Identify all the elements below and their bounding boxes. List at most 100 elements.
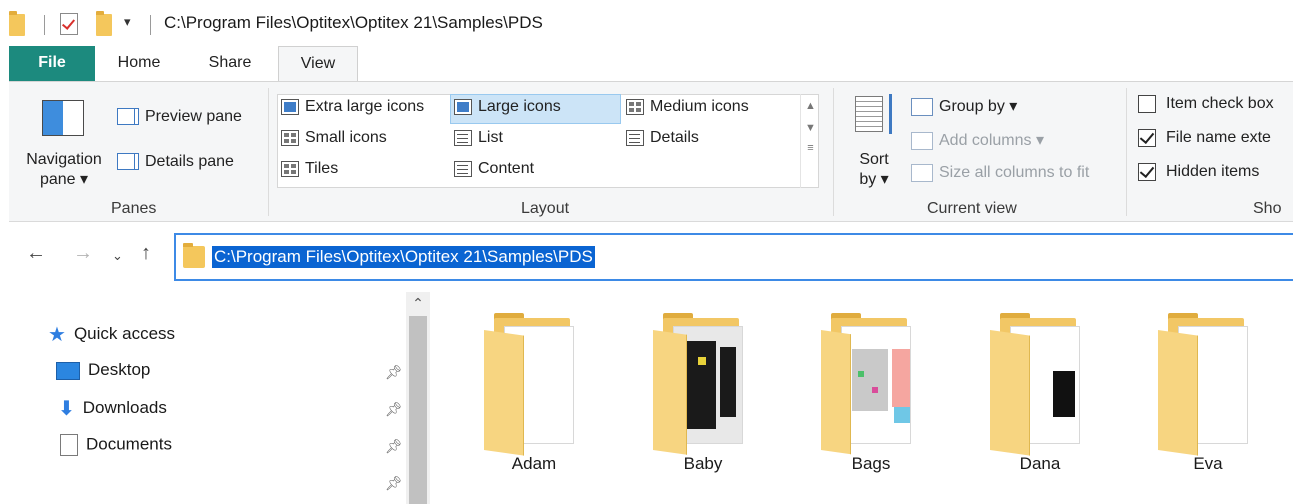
list-icon [454, 129, 472, 146]
ribbon-view: Navigation pane ▾ Preview pane Details p… [9, 81, 1293, 222]
nav-pane-scrollbar[interactable]: ⌃ [406, 292, 430, 504]
folder-icon[interactable] [9, 11, 25, 36]
address-bar[interactable]: C:\Program Files\Optitex\Optitex 21\Samp… [174, 233, 1293, 281]
up-arrow-icon[interactable]: ↑ [141, 242, 151, 265]
gallery-down-icon[interactable]: ▼ [801, 122, 820, 134]
thumbnail-pattern [858, 371, 864, 377]
size-columns-icon [911, 164, 933, 182]
folder-item-adam[interactable]: Adam [484, 313, 584, 488]
tab-share[interactable]: Share [190, 46, 270, 81]
layout-content[interactable]: Content [454, 160, 534, 178]
checkbox-label: Item check box [1166, 95, 1274, 113]
forward-arrow-icon[interactable]: → [73, 242, 93, 265]
group-label-show-hide: Sho [1253, 200, 1282, 217]
hidden-items-toggle[interactable]: Hidden items [1138, 163, 1259, 181]
folder-item-baby[interactable]: Baby [653, 313, 753, 488]
layout-label: Medium icons [650, 98, 749, 115]
medium-icons-icon [626, 98, 644, 115]
folder-item-bags[interactable]: Bags [821, 313, 921, 488]
group-by-button[interactable]: Group by ▾ [911, 96, 1017, 116]
folder-front [990, 330, 1030, 456]
properties-icon[interactable] [60, 13, 78, 35]
details-pane-button[interactable]: Details pane [117, 153, 234, 171]
tab-file[interactable]: File [9, 46, 95, 81]
documents-icon [60, 434, 78, 456]
group-label-current-view: Current view [927, 200, 1017, 217]
layout-label: Content [478, 160, 535, 177]
preview-pane-icon [117, 108, 139, 126]
layout-large-icons[interactable]: Large icons [454, 98, 561, 116]
nav-item-documents[interactable]: Documents [60, 434, 172, 456]
folder-name: Dana [1019, 454, 1061, 473]
desktop-icon [56, 361, 80, 380]
new-folder-icon[interactable] [96, 11, 112, 36]
item-check-boxes-checkbox[interactable] [1138, 95, 1156, 113]
layout-extra-large-icons[interactable]: Extra large icons [281, 98, 424, 116]
tab-home[interactable]: Home [105, 46, 173, 81]
checkbox-label: File name exte [1166, 129, 1271, 147]
layout-gallery-scroll[interactable]: ▲ ▼ ≡ [800, 94, 820, 188]
group-label-panes: Panes [111, 200, 157, 217]
layout-list[interactable]: List [454, 129, 503, 147]
back-arrow-icon[interactable]: ← [26, 242, 46, 265]
scroll-thumb[interactable] [409, 316, 427, 504]
preview-pane-button[interactable]: Preview pane [117, 108, 242, 126]
layout-details[interactable]: Details [626, 129, 699, 147]
file-name-extensions-toggle[interactable]: File name exte [1138, 129, 1271, 147]
details-pane-label: Details pane [145, 153, 234, 170]
address-path-input[interactable]: C:\Program Files\Optitex\Optitex 21\Samp… [212, 246, 595, 268]
large-icons-icon [454, 98, 472, 115]
toolbar-separator [150, 15, 151, 35]
scroll-up-icon[interactable]: ⌃ [406, 292, 430, 314]
navigation-pane-button[interactable]: Navigation pane ▾ [19, 150, 109, 190]
tiles-icon [281, 160, 299, 177]
pin-icon[interactable]: 📌︎ [385, 438, 403, 455]
extra-large-icons-icon [281, 98, 299, 115]
sort-by-button[interactable]: Sort by ▾ [852, 150, 896, 190]
sort-arrow-icon [889, 94, 892, 134]
title-bar: ▾ C:\Program Files\Optitex\Optitex 21\Sa… [0, 0, 1293, 42]
folder-paper [841, 326, 911, 444]
ribbon-tabs: File Home Share View [0, 46, 1293, 83]
toolbar-separator [44, 15, 45, 35]
nav-quick-access[interactable]: ★ Quick access [48, 322, 175, 347]
window-title: C:\Program Files\Optitex\Optitex 21\Samp… [164, 13, 543, 32]
layout-small-icons[interactable]: Small icons [281, 129, 387, 147]
layout-medium-icons[interactable]: Medium icons [626, 98, 749, 116]
file-name-extensions-checkbox[interactable] [1138, 129, 1156, 147]
add-columns-button[interactable]: Add columns ▾ [911, 130, 1044, 150]
gallery-up-icon[interactable]: ▲ [801, 100, 820, 112]
group-separator [1126, 88, 1127, 216]
thumbnail-pattern [686, 341, 716, 429]
folder-item-eva[interactable]: Eva [1158, 313, 1258, 488]
folder-front [484, 330, 524, 456]
item-check-boxes-toggle[interactable]: Item check box [1138, 95, 1274, 113]
group-separator [268, 88, 269, 216]
size-columns-label: Size all columns to fit [939, 164, 1090, 182]
size-all-columns-button[interactable]: Size all columns to fit [911, 164, 1089, 182]
sort-icon[interactable] [855, 96, 883, 132]
recent-locations-chevron-icon[interactable]: ⌄ [112, 248, 123, 264]
folder-front [1158, 330, 1198, 456]
layout-label: Details [650, 129, 699, 146]
hidden-items-checkbox[interactable] [1138, 163, 1156, 181]
group-by-label: Group by ▾ [939, 98, 1018, 115]
navigation-pane-icon[interactable] [42, 100, 84, 136]
gallery-more-icon[interactable]: ≡ [801, 142, 820, 154]
nav-item-desktop[interactable]: Desktop [56, 360, 150, 380]
layout-label: List [478, 129, 503, 146]
layout-tiles[interactable]: Tiles [281, 160, 338, 178]
preview-pane-label: Preview pane [145, 108, 242, 125]
pin-icon[interactable]: 📌︎ [385, 475, 403, 492]
customize-quick-access-button[interactable]: ▾ [124, 14, 131, 30]
thumbnail-pattern [852, 349, 888, 411]
pin-icon[interactable]: 📌︎ [385, 401, 403, 418]
group-separator [833, 88, 834, 216]
pin-icon[interactable]: 📌︎ [385, 364, 403, 381]
tab-view[interactable]: View [278, 46, 358, 83]
thumbnail-pattern [698, 357, 706, 365]
nav-item-downloads[interactable]: ⬇ Downloads [58, 396, 167, 421]
folder-item-dana[interactable]: Dana [990, 313, 1090, 488]
nav-label: Documents [86, 434, 172, 454]
thumbnail-pattern [892, 349, 910, 407]
